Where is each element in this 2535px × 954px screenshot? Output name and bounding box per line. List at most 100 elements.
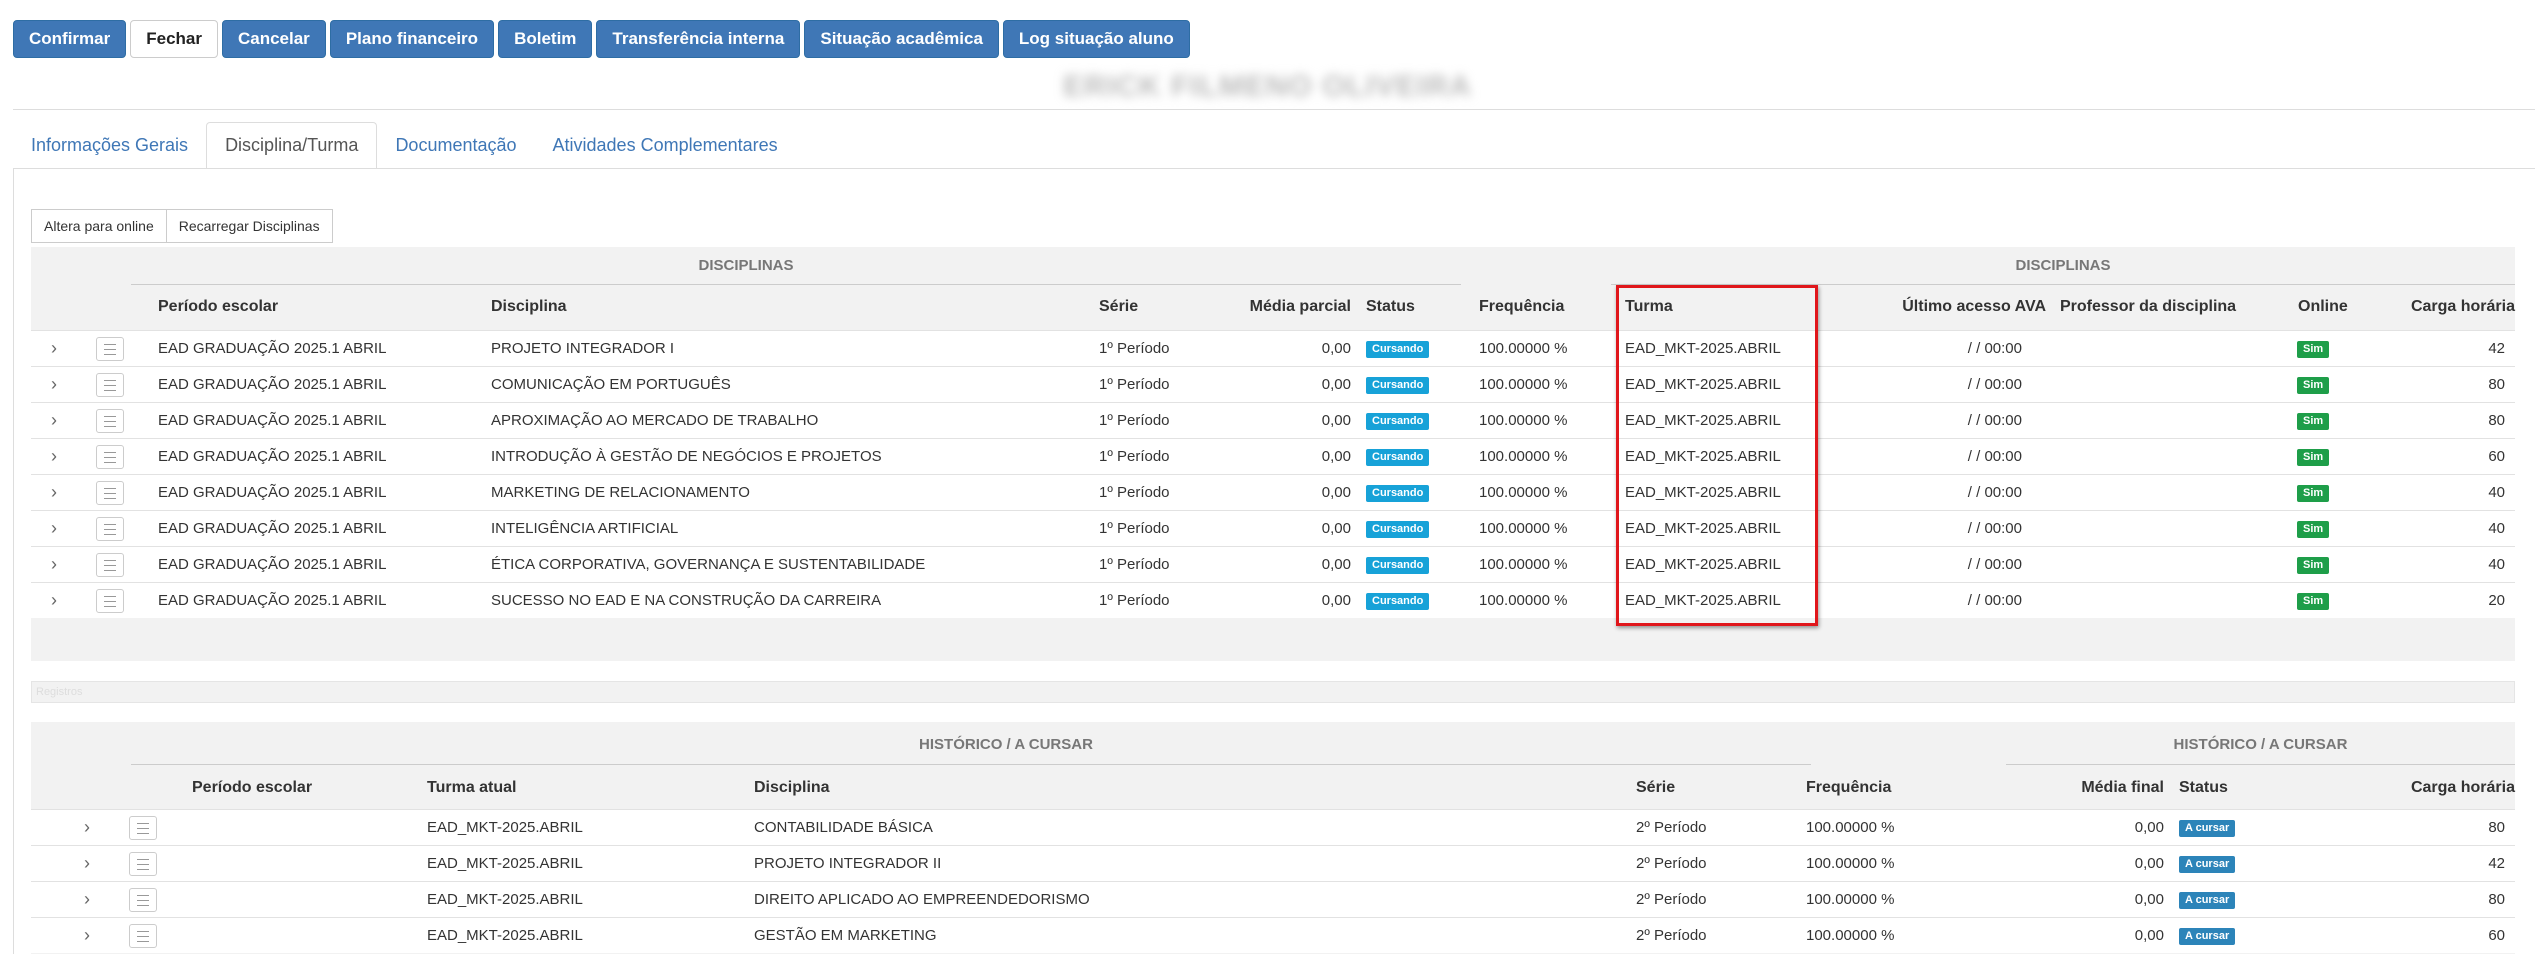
col-header-online[interactable]: Online: [2298, 298, 2348, 316]
col-header-media-parcial[interactable]: Média parcial: [1211, 298, 1351, 316]
chevron-right-icon[interactable]: ›: [84, 810, 90, 846]
col-header-periodo[interactable]: Período escolar: [158, 298, 278, 316]
chevron-right-icon[interactable]: ›: [51, 547, 57, 583]
cell-serie: 2º Período: [1636, 927, 1707, 944]
table-row: › EAD GRADUAÇÃO 2025.1 ABRIL COMUNICAÇÃO E…: [31, 366, 2515, 402]
financial-plan-button[interactable]: Plano financeiro: [329, 20, 495, 58]
cell-carga-horaria: 42: [2488, 855, 2505, 872]
chevron-right-icon[interactable]: ›: [51, 439, 57, 475]
col-header-periodo[interactable]: Período escolar: [192, 779, 312, 797]
col-header-professor[interactable]: Professor da disciplina: [2060, 298, 2236, 316]
cell-status: A cursar: [2179, 918, 2236, 954]
cell-online: Sim: [2297, 475, 2330, 511]
cell-ultimo-acesso: / / 00:00: [1967, 592, 2022, 609]
col-header-status[interactable]: Status: [1366, 298, 1415, 316]
table-row: › EAD GRADUAÇÃO 2025.1 ABRIL INTELIGÊNCIA …: [31, 510, 2515, 546]
chevron-right-icon[interactable]: ›: [51, 331, 57, 367]
col-header-status[interactable]: Status: [2179, 779, 2228, 797]
row-menu-icon[interactable]: [96, 481, 124, 505]
row-menu-icon[interactable]: [96, 409, 124, 433]
chevron-right-icon[interactable]: ›: [51, 475, 57, 511]
cell-serie: 1º Período: [1099, 520, 1170, 537]
report-card-button[interactable]: Boletim: [498, 20, 593, 58]
tab-documentation[interactable]: Documentação: [377, 122, 534, 169]
tab-panel-left-border: [13, 168, 14, 954]
online-badge: Sim: [2297, 592, 2330, 610]
chevron-right-icon[interactable]: ›: [84, 918, 90, 954]
chevron-right-icon[interactable]: ›: [84, 882, 90, 918]
status-badge: Cursando: [1366, 340, 1430, 358]
online-badge: Sim: [2297, 556, 2330, 574]
col-header-disciplina[interactable]: Disciplina: [754, 779, 830, 797]
cell-carga-horaria: 80: [2488, 412, 2505, 429]
status-badge: A cursar: [2179, 927, 2236, 945]
table-row: › EAD_MKT-2025.ABRIL DIREITO APLICADO AO E…: [31, 881, 2515, 917]
col-header-serie[interactable]: Série: [1636, 779, 1675, 797]
row-menu-icon[interactable]: [129, 852, 157, 876]
confirm-button[interactable]: Confirmar: [13, 20, 127, 58]
row-menu-icon[interactable]: [96, 517, 124, 541]
chevron-right-icon[interactable]: ›: [84, 846, 90, 882]
col-header-carga-horaria[interactable]: Carga horária: [2371, 779, 2515, 797]
grid-pager: Registros: [31, 681, 2515, 703]
cell-disciplina: GESTÃO EM MARKETING: [754, 927, 937, 944]
student-status-log-button[interactable]: Log situação aluno: [1002, 20, 1190, 58]
chevron-right-icon[interactable]: ›: [51, 511, 57, 547]
group-underline: [131, 284, 1461, 285]
tab-complementary-activities[interactable]: Atividades Complementares: [535, 122, 796, 169]
tab-general-info[interactable]: Informações Gerais: [13, 122, 206, 169]
col-header-serie[interactable]: Série: [1099, 298, 1138, 316]
cell-media-parcial: 0,00: [1321, 448, 1351, 465]
student-name: ERICK FILMENO OLIVEIRA: [1063, 70, 1472, 103]
status-badge: Cursando: [1366, 376, 1430, 394]
cancel-button[interactable]: Cancelar: [221, 20, 326, 58]
history-grid: HISTÓRICO / A CURSAR HISTÓRICO / A CURSA…: [31, 722, 2515, 954]
close-button[interactable]: Fechar: [130, 20, 218, 58]
cell-disciplina: COMUNICAÇÃO EM PORTUGUÊS: [491, 376, 731, 393]
row-menu-icon[interactable]: [96, 337, 124, 361]
cell-status: Cursando: [1366, 439, 1430, 475]
col-header-media-final[interactable]: Média final: [2031, 779, 2164, 797]
tab-panel-border: [13, 168, 2535, 169]
col-header-carga-horaria[interactable]: Carga horária: [2371, 298, 2515, 316]
row-menu-icon[interactable]: [96, 445, 124, 469]
chevron-right-icon[interactable]: ›: [51, 583, 57, 619]
row-menu-icon[interactable]: [96, 589, 124, 613]
row-menu-icon[interactable]: [129, 924, 157, 948]
cell-frequencia: 100.00000 %: [1479, 520, 1568, 537]
cell-carga-horaria: 80: [2488, 376, 2505, 393]
cell-serie: 1º Período: [1099, 376, 1170, 393]
row-menu-icon[interactable]: [129, 888, 157, 912]
action-toolbar: Confirmar Fechar Cancelar Plano financei…: [13, 20, 1190, 58]
tab-discipline-class[interactable]: Disciplina/Turma: [206, 122, 378, 169]
col-header-disciplina[interactable]: Disciplina: [491, 298, 567, 316]
row-menu-icon[interactable]: [96, 373, 124, 397]
internal-transfer-button[interactable]: Transferência interna: [596, 20, 801, 58]
switch-online-button[interactable]: Altera para online: [31, 209, 167, 243]
cell-periodo: EAD GRADUAÇÃO 2025.1 ABRIL: [158, 448, 387, 465]
col-header-ultimo-acesso[interactable]: Último acesso AVA: [1881, 298, 2046, 316]
tab-bar: Informações Gerais Disciplina/Turma Docu…: [13, 122, 796, 169]
chevron-right-icon[interactable]: ›: [51, 403, 57, 439]
row-menu-icon[interactable]: [129, 816, 157, 840]
reload-disciplines-button[interactable]: Recarregar Disciplinas: [166, 209, 333, 243]
cell-serie: 1º Período: [1099, 448, 1170, 465]
table-row: › EAD GRADUAÇÃO 2025.1 ABRIL MARKETING DE …: [31, 474, 2515, 510]
cell-serie: 1º Período: [1099, 592, 1170, 609]
cell-periodo: EAD GRADUAÇÃO 2025.1 ABRIL: [158, 484, 387, 501]
cell-disciplina: INTELIGÊNCIA ARTIFICIAL: [491, 520, 679, 537]
cell-ultimo-acesso: / / 00:00: [1967, 556, 2022, 573]
cell-status: A cursar: [2179, 810, 2236, 846]
chevron-right-icon[interactable]: ›: [51, 367, 57, 403]
cell-carga-horaria: 60: [2488, 448, 2505, 465]
col-header-frequencia[interactable]: Frequência: [1806, 779, 1891, 797]
col-header-turma-atual[interactable]: Turma atual: [427, 779, 517, 797]
academic-status-button[interactable]: Situação acadêmica: [804, 20, 999, 58]
online-badge: Sim: [2297, 448, 2330, 466]
cell-turma-atual: EAD_MKT-2025.ABRIL: [427, 855, 583, 872]
cell-frequencia: 100.00000 %: [1479, 484, 1568, 501]
col-header-frequencia[interactable]: Frequência: [1479, 298, 1564, 316]
cell-frequencia: 100.00000 %: [1479, 592, 1568, 609]
cell-carga-horaria: 40: [2488, 556, 2505, 573]
row-menu-icon[interactable]: [96, 553, 124, 577]
